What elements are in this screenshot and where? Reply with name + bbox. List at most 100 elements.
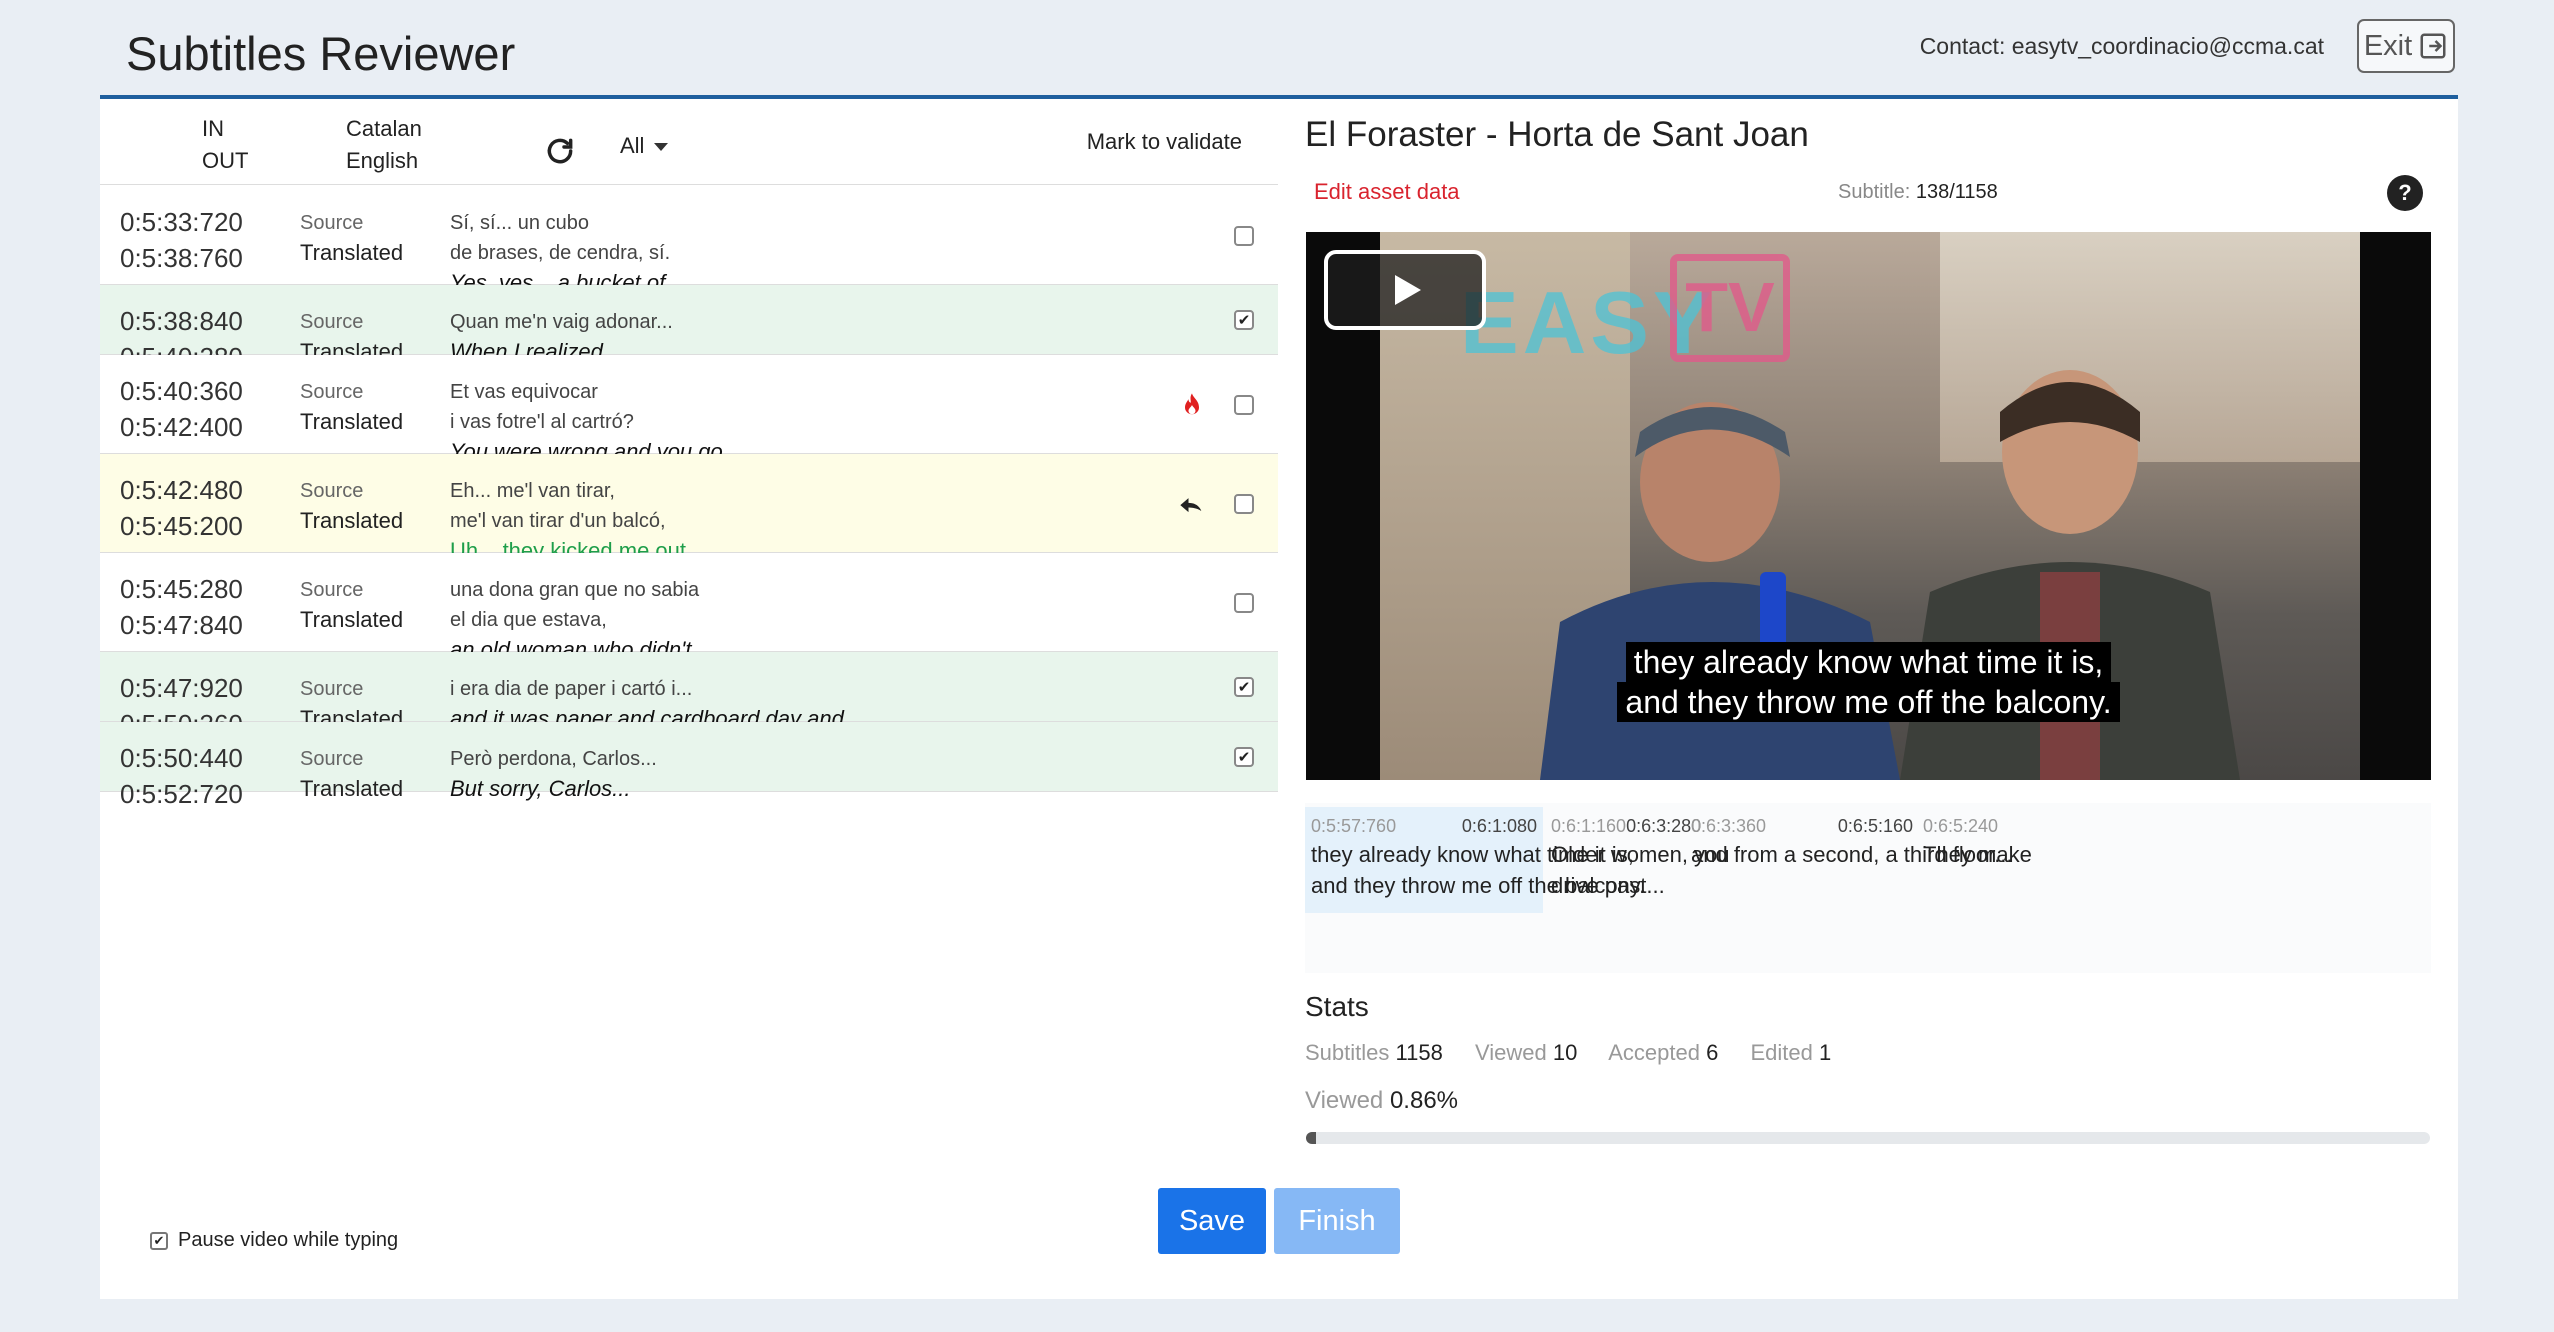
- source-label: Source: [300, 381, 364, 403]
- source-text: Sí, sí... un cubo: [450, 212, 589, 234]
- viewed-percentage: Viewed 0.86%: [1305, 1087, 1458, 1115]
- translated-label: Translated: [300, 508, 404, 533]
- validate-checkbox[interactable]: [1234, 677, 1254, 697]
- stats-accepted-label: Accepted: [1608, 1040, 1700, 1065]
- in-out-header: IN OUT: [160, 113, 248, 177]
- stats-edited-label: Edited: [1750, 1040, 1813, 1065]
- stats-edited-value: 1: [1818, 1040, 1832, 1065]
- timeline-card[interactable]: 0:6:3:360 0:6:5:160 and from a second, a t…: [1685, 807, 2013, 913]
- save-button[interactable]: Save: [1158, 1188, 1266, 1254]
- refresh-icon[interactable]: [544, 135, 576, 167]
- row-times: 0:5:40:360 0:5:42:400: [120, 373, 243, 445]
- row-texts: Però perdona, Carlos... But sorry, Carlos…: [450, 744, 657, 804]
- timeline-text: drive past...: [1551, 873, 1665, 898]
- timeline-end: 0:6:1:080: [1461, 816, 1537, 836]
- exit-button[interactable]: Exit: [2357, 19, 2455, 73]
- subtitle-row[interactable]: 0:5:42:480 0:5:45:200 Source Translated Eh..…: [100, 454, 1278, 593]
- time-in: 0:5:47:920: [120, 673, 243, 703]
- source-text: Et vas equivocar: [450, 381, 598, 403]
- source-text: de brases, de cendra, sí.: [450, 242, 671, 264]
- validate-checkbox[interactable]: [1234, 225, 1254, 246]
- viewed-progress-bar: [1306, 1132, 2430, 1144]
- source-text: i vas fotre'l al cartró?: [450, 411, 634, 433]
- pause-checkbox[interactable]: ✔: [150, 1231, 168, 1250]
- validate-checkbox[interactable]: [1234, 310, 1254, 330]
- subtitle-row[interactable]: 0:5:33:720 0:5:38:760 Source Translated Sí, …: [100, 186, 1278, 325]
- subtitle-row[interactable]: 0:5:50:440 0:5:52:720 Source Translated Però…: [100, 722, 1278, 809]
- timeline-start: 0:5:57:760: [1311, 816, 1397, 836]
- time-in: 0:5:42:480: [120, 475, 243, 505]
- subtitle-row[interactable]: 0:5:45:280 0:5:47:840 Source Translated una …: [100, 553, 1278, 692]
- validate-checkbox[interactable]: [1234, 493, 1254, 514]
- subtitle-row[interactable]: 0:5:47:9200:5:50:360SourceTranslatedi er…: [100, 652, 1278, 739]
- time-in: 0:5:33:720: [120, 207, 243, 237]
- source-text: i era dia de paper i cartó i...: [450, 678, 693, 700]
- timeline-card[interactable]: 0:5:57:760 0:6:1:080 they already know wha…: [1305, 807, 1645, 913]
- stats-summary: Subtitles 1158 Viewed 10 Accepted 6 Edit…: [1305, 1040, 1857, 1066]
- subtitle-counter: Subtitle: 138/1158: [1838, 181, 1998, 204]
- viewed-pct-label: Viewed: [1305, 1087, 1384, 1114]
- app: Subtitles Reviewer Contact: easytv_coord…: [0, 0, 2554, 1332]
- time-out: 0:5:47:840: [120, 610, 243, 640]
- source-label: Source: [300, 480, 364, 502]
- subtitle-list: 0:5:33:720 0:5:38:760 Source Translated Sí, …: [100, 186, 1278, 1143]
- source-text: una dona gran que no sabia: [450, 579, 700, 601]
- row-times: 0:5:42:480 0:5:45:200: [120, 472, 243, 544]
- caption-line: and they throw me off the balcony.: [1617, 682, 2120, 722]
- source-label: Source: [300, 311, 364, 333]
- play-icon[interactable]: [1324, 250, 1486, 330]
- translated-text[interactable]: But sorry, Carlos...: [450, 774, 657, 804]
- source-language: Catalan: [346, 116, 422, 141]
- timeline-card[interactable]: 0:6:1:160 0:6:3:280 Older women, you drive …: [1545, 807, 1730, 913]
- fire-icon: [1185, 392, 1199, 414]
- timeline-text: and from a second, a third floor...: [1691, 842, 2013, 867]
- viewed-pct-value: 0.86%: [1389, 1087, 1459, 1114]
- subtitle-counter-label: Subtitle:: [1838, 181, 1911, 203]
- subtitle-row[interactable]: 0:5:38:8400:5:40:280SourceTranslatedQuan…: [100, 285, 1278, 372]
- exit-label: Exit: [2363, 29, 2413, 62]
- row-times: 0:5:50:440 0:5:52:720: [120, 740, 243, 812]
- validate-checkbox[interactable]: [1234, 394, 1254, 415]
- contact-info: Contact: easytv_coordinacio@ccma.cat: [1919, 33, 2324, 59]
- help-icon[interactable]: ?: [2387, 175, 2423, 211]
- row-labels: Source Translated: [300, 476, 403, 536]
- sign-out-icon: [2420, 33, 2446, 59]
- validate-checkbox[interactable]: [1234, 747, 1254, 767]
- timeline-end: 0:6:5:160: [1837, 816, 1913, 836]
- row-labels: Source Translated: [300, 377, 403, 437]
- in-header: IN: [202, 116, 224, 141]
- subtitle-row[interactable]: 0:5:40:360 0:5:42:400 Source Translated Et v…: [100, 355, 1278, 494]
- main-panel: IN OUT Catalan English All Mark to valid…: [100, 99, 2458, 1299]
- video-caption: they already know what time it is, and t…: [1306, 642, 2431, 722]
- edit-asset-link[interactable]: Edit asset data: [1314, 179, 1460, 205]
- source-text: Eh... me'l van tirar,: [450, 480, 615, 502]
- stats-subtitles-label: Subtitles: [1305, 1040, 1390, 1065]
- row-times: 0:5:45:280 0:5:47:840: [120, 571, 243, 643]
- time-in: 0:5:40:360: [120, 376, 243, 406]
- timeline-start: 0:6:5:240: [1923, 816, 1999, 836]
- source-label: Source: [300, 212, 364, 234]
- source-label: Source: [300, 748, 364, 770]
- timeline-card-times: 0:6:3:360 0:6:5:160: [1691, 813, 1913, 839]
- pause-label: Pause video while typing: [178, 1229, 399, 1251]
- filter-value: All: [620, 133, 645, 158]
- source-text: me'l van tirar d'un balcó,: [450, 510, 666, 532]
- video-player[interactable]: EASY TV they already know what time it i…: [1306, 232, 2431, 780]
- subtitle-counter-value: 138/1158: [1915, 181, 1998, 203]
- time-in: 0:5:45:280: [120, 574, 243, 604]
- validate-checkbox[interactable]: [1234, 592, 1254, 613]
- page-title: Subtitles Reviewer: [126, 27, 516, 80]
- pause-video-toggle[interactable]: ✔ Pause video while typing: [150, 1229, 398, 1252]
- timeline-text: They make: [1923, 842, 2032, 867]
- source-text: el dia que estava,: [450, 609, 607, 631]
- asset-title: El Foraster - Horta de Sant Joan: [1305, 115, 1809, 154]
- time-in: 0:5:38:840: [120, 306, 243, 336]
- time-in: 0:5:50:440: [120, 743, 243, 773]
- header: Subtitles Reviewer Contact: easytv_coord…: [100, 0, 2458, 98]
- stats-heading: Stats: [1305, 991, 1369, 1022]
- finish-button[interactable]: Finish: [1274, 1188, 1400, 1254]
- timeline-card[interactable]: 0:6:5:240 They make: [1917, 807, 2069, 913]
- filter-dropdown[interactable]: All: [620, 133, 669, 159]
- timeline-start: 0:6:3:360: [1691, 816, 1767, 836]
- source-text: Però perdona, Carlos...: [450, 748, 657, 770]
